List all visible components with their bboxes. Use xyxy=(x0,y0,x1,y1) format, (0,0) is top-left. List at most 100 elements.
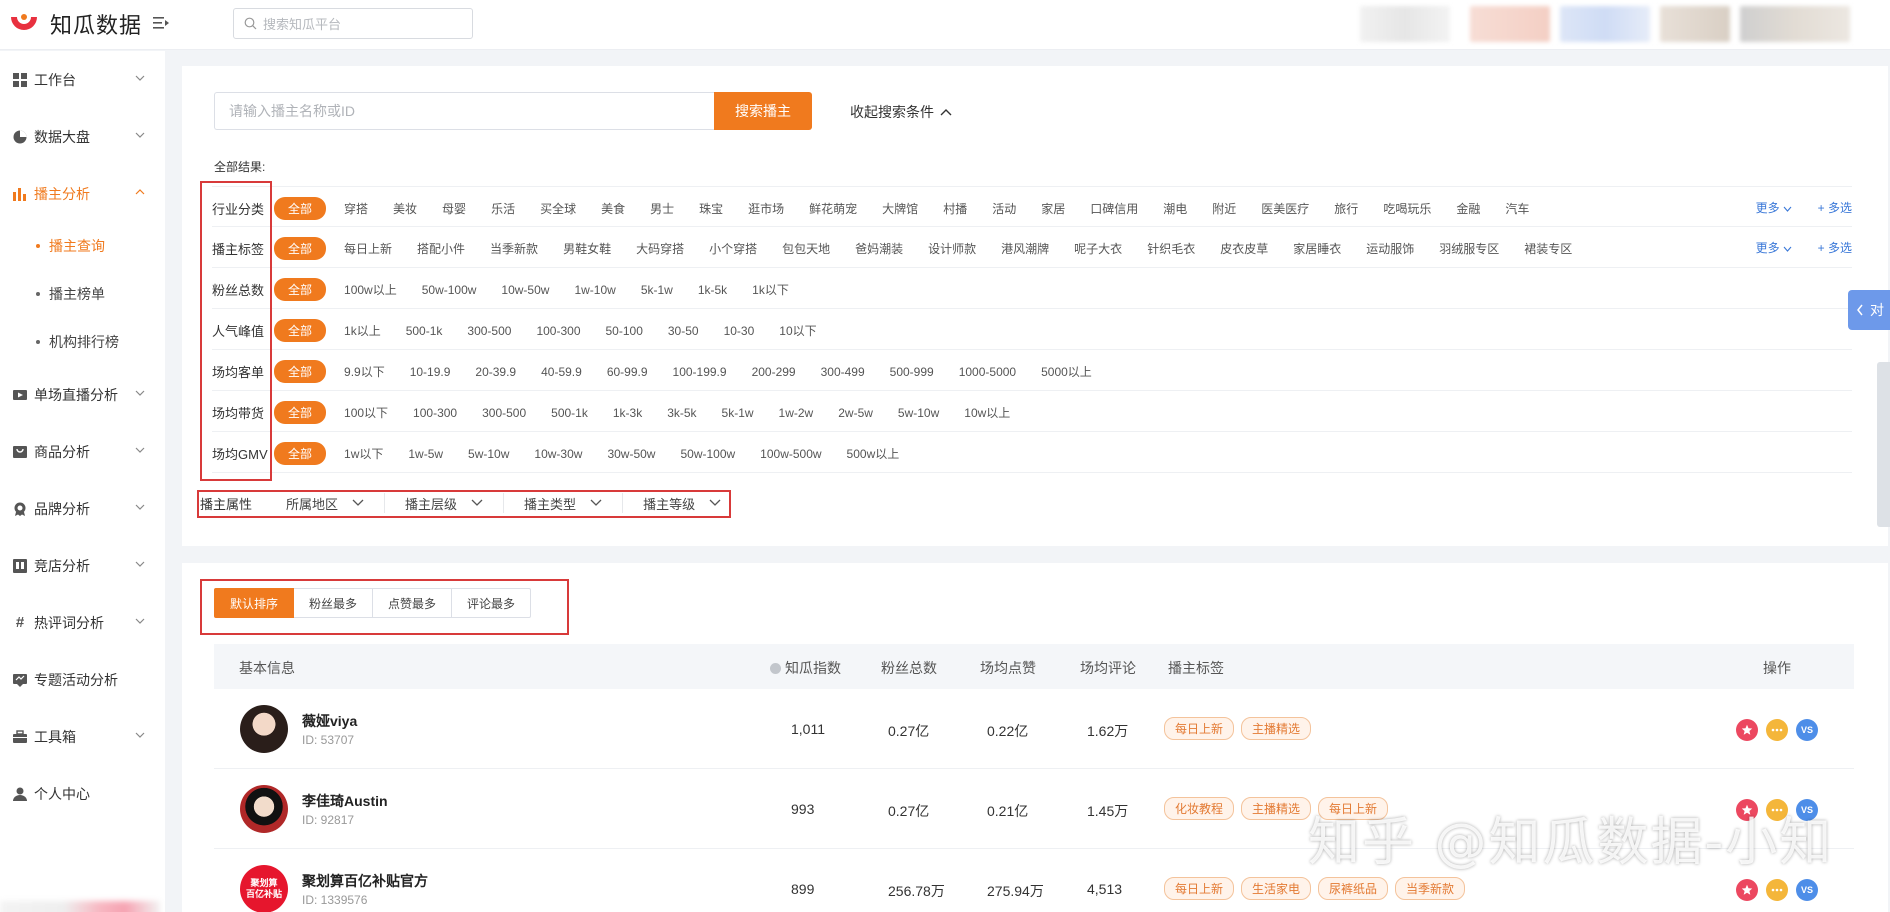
table-row[interactable]: 李佳琦Austin ID: 92817 993 0.27亿 0.21亿 1.45万 化妆教程… xyxy=(214,769,1854,849)
filter-option[interactable]: 母婴 xyxy=(442,200,466,217)
filter-option[interactable]: 100w-500w xyxy=(760,447,821,461)
sidebar-subitem-agency-ranking[interactable]: 机构排行榜 xyxy=(0,318,165,366)
filter-option[interactable]: 口碑信用 xyxy=(1090,200,1138,217)
host-tag[interactable]: 化妆教程 xyxy=(1164,797,1235,820)
sidebar-item-personal-center[interactable]: 个人中心 xyxy=(0,765,165,822)
sidebar-item-special-events[interactable]: 专题活动分析 xyxy=(0,651,165,708)
sidebar-item-product-analysis[interactable]: 商品分析 xyxy=(0,423,165,480)
filter-option[interactable]: 裙装专区 xyxy=(1524,240,1572,257)
favorite-button[interactable] xyxy=(1736,719,1758,741)
sidebar-item-live-analysis[interactable]: 单场直播分析 xyxy=(0,366,165,423)
app-logo[interactable]: 知瓜数据 xyxy=(8,8,142,40)
filter-option[interactable]: 当季新款 xyxy=(490,240,538,257)
filter-option[interactable]: 5k-1w xyxy=(722,406,754,420)
filter-option[interactable]: 10w-30w xyxy=(534,447,582,461)
host-tag[interactable]: 每日上新 xyxy=(1164,717,1235,740)
filter-option[interactable]: 美食 xyxy=(601,200,625,217)
filter-multi-select-link[interactable]: + 多选 xyxy=(1818,199,1852,216)
filter-option[interactable]: 500-999 xyxy=(890,365,934,379)
filter-option[interactable]: 村播 xyxy=(943,200,967,217)
filter-option[interactable]: 搭配小件 xyxy=(417,240,465,257)
filter-option[interactable]: 30w-50w xyxy=(607,447,655,461)
host-tag[interactable]: 尿裤纸品 xyxy=(1318,877,1389,900)
sort-tab-most-fans[interactable]: 粉丝最多 xyxy=(294,588,374,618)
filter-option[interactable]: 家居睡衣 xyxy=(1293,240,1341,257)
filter-option[interactable]: 100-199.9 xyxy=(673,365,727,379)
filter-more-link[interactable]: 更多 xyxy=(1756,239,1792,256)
sidebar-item-dashboard[interactable]: 数据大盘 xyxy=(0,108,165,165)
filter-option[interactable]: 旅行 xyxy=(1334,200,1358,217)
region-dropdown[interactable]: 所属地区 xyxy=(266,493,386,513)
filter-option[interactable]: 1k-5k xyxy=(698,283,727,297)
filter-option[interactable]: 皮衣皮草 xyxy=(1220,240,1268,257)
sidebar-item-toolbox[interactable]: 工具箱 xyxy=(0,708,165,765)
filter-option[interactable]: 3k-5k xyxy=(667,406,696,420)
filter-option[interactable]: 100-300 xyxy=(413,406,457,420)
filter-option[interactable]: 20-39.9 xyxy=(475,365,516,379)
sidebar-item-workbench[interactable]: 工作台 xyxy=(0,51,165,108)
filter-option[interactable]: 每日上新 xyxy=(344,240,392,257)
avatar[interactable]: 聚划算 百亿补贴 xyxy=(240,865,288,912)
filter-option[interactable]: 60-99.9 xyxy=(607,365,648,379)
filter-option-all[interactable]: 全部 xyxy=(274,319,327,342)
more-button[interactable] xyxy=(1766,799,1788,821)
filter-option[interactable]: 乐活 xyxy=(491,200,515,217)
filter-option[interactable]: 呢子大衣 xyxy=(1074,240,1122,257)
filter-option[interactable]: 大牌馆 xyxy=(882,200,918,217)
table-row[interactable]: 聚划算 百亿补贴 聚划算百亿补贴官方 ID: 1339576 899 256.78万 27… xyxy=(214,849,1854,912)
favorite-button[interactable] xyxy=(1736,879,1758,901)
filter-option[interactable]: 2w-5w xyxy=(838,406,873,420)
filter-option[interactable]: 5w-10w xyxy=(898,406,939,420)
filter-option-all[interactable]: 全部 xyxy=(274,237,327,260)
host-tag[interactable]: 主播精选 xyxy=(1241,797,1312,820)
filter-option[interactable]: 200-299 xyxy=(752,365,796,379)
filter-option[interactable]: 1k以下 xyxy=(752,281,789,298)
host-tag[interactable]: 当季新款 xyxy=(1395,877,1466,900)
filter-option[interactable]: 包包天地 xyxy=(782,240,830,257)
more-button[interactable] xyxy=(1766,879,1788,901)
global-search-input[interactable]: 搜索知瓜平台 xyxy=(233,8,473,39)
compare-vs-button[interactable]: VS xyxy=(1796,719,1818,741)
filter-option[interactable]: 10-30 xyxy=(724,324,755,338)
sidebar-item-host-analysis[interactable]: 播主分析 xyxy=(0,165,165,222)
filter-option[interactable]: 5w-10w xyxy=(468,447,509,461)
filter-option[interactable]: 1w-2w xyxy=(779,406,814,420)
filter-option[interactable]: 40-59.9 xyxy=(541,365,582,379)
filter-option[interactable]: 医美医疗 xyxy=(1261,200,1309,217)
filter-option[interactable]: 吃喝玩乐 xyxy=(1383,200,1431,217)
filter-option[interactable]: 1w-5w xyxy=(408,447,443,461)
filter-option[interactable]: 家居 xyxy=(1041,200,1065,217)
sidebar-subitem-host-ranking[interactable]: 播主榜单 xyxy=(0,270,165,318)
host-type-dropdown[interactable]: 播主类型 xyxy=(504,493,624,513)
filter-option[interactable]: 500-1k xyxy=(551,406,588,420)
filter-option[interactable]: 10w以上 xyxy=(964,404,1010,421)
filter-option[interactable]: 100w以上 xyxy=(344,281,397,298)
sort-tab-most-comments[interactable]: 评论最多 xyxy=(452,588,532,618)
filter-option[interactable]: 逛市场 xyxy=(748,200,784,217)
filter-option-all[interactable]: 全部 xyxy=(274,278,327,301)
filter-more-link[interactable]: 更多 xyxy=(1756,199,1792,216)
filter-option[interactable]: 300-500 xyxy=(467,324,511,338)
filter-option[interactable]: 50w-100w xyxy=(422,283,477,297)
compare-tab[interactable]: 对 xyxy=(1848,290,1890,330)
filter-option[interactable]: 美妆 xyxy=(393,200,417,217)
filter-option[interactable]: 50w-100w xyxy=(680,447,735,461)
filter-option[interactable]: 1k-3k xyxy=(613,406,642,420)
filter-option[interactable]: 1k以上 xyxy=(344,322,381,339)
filter-option[interactable]: 50-100 xyxy=(606,324,643,338)
filter-option[interactable]: 活动 xyxy=(992,200,1016,217)
filter-option[interactable]: 珠宝 xyxy=(699,200,723,217)
filter-option-all[interactable]: 全部 xyxy=(274,442,327,465)
filter-option[interactable]: 鲜花萌宠 xyxy=(809,200,857,217)
host-search-input[interactable]: 请输入播主名称或ID xyxy=(214,92,714,130)
sidebar-subitem-host-search[interactable]: 播主查询 xyxy=(0,222,165,270)
filter-option[interactable]: 买全球 xyxy=(540,200,576,217)
filter-option[interactable]: 港风潮牌 xyxy=(1001,240,1049,257)
filter-option[interactable]: 100以下 xyxy=(344,404,388,421)
host-tag[interactable]: 每日上新 xyxy=(1318,797,1389,820)
favorite-button[interactable] xyxy=(1736,799,1758,821)
compare-vs-button[interactable]: VS xyxy=(1796,879,1818,901)
host-tag[interactable]: 生活家电 xyxy=(1241,877,1312,900)
filter-option[interactable]: 运动服饰 xyxy=(1366,240,1414,257)
menu-toggle-icon[interactable] xyxy=(152,14,170,32)
